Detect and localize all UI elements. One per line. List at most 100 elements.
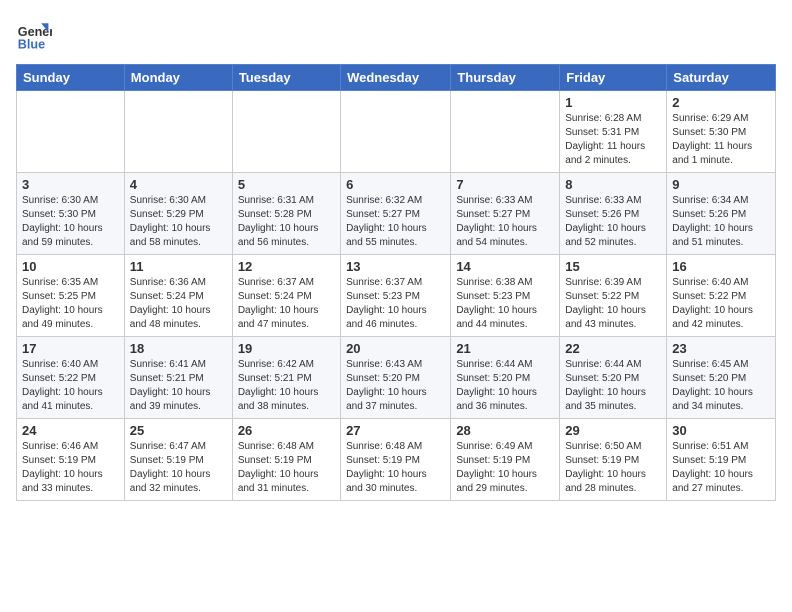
calendar-cell: 16 Sunrise: 6:40 AM Sunset: 5:22 PM Dayli… — [667, 255, 776, 337]
day-number: 8 — [565, 177, 661, 192]
day-of-week-tuesday: Tuesday — [232, 65, 340, 91]
logo-icon: General Blue — [16, 16, 52, 52]
day-of-week-wednesday: Wednesday — [341, 65, 451, 91]
calendar-cell — [341, 91, 451, 173]
day-number: 19 — [238, 341, 335, 356]
day-number: 4 — [130, 177, 227, 192]
calendar-cell: 26 Sunrise: 6:48 AM Sunset: 5:19 PM Dayli… — [232, 419, 340, 501]
calendar-cell: 24 Sunrise: 6:46 AM Sunset: 5:19 PM Dayli… — [17, 419, 125, 501]
calendar-cell: 25 Sunrise: 6:47 AM Sunset: 5:19 PM Dayli… — [124, 419, 232, 501]
day-number: 18 — [130, 341, 227, 356]
day-number: 25 — [130, 423, 227, 438]
calendar-cell: 5 Sunrise: 6:31 AM Sunset: 5:28 PM Daylig… — [232, 173, 340, 255]
day-info: Sunrise: 6:43 AM Sunset: 5:20 PM Dayligh… — [346, 359, 427, 412]
day-number: 15 — [565, 259, 661, 274]
day-number: 28 — [456, 423, 554, 438]
day-info: Sunrise: 6:42 AM Sunset: 5:21 PM Dayligh… — [238, 359, 319, 412]
day-info: Sunrise: 6:50 AM Sunset: 5:19 PM Dayligh… — [565, 441, 646, 494]
day-info: Sunrise: 6:33 AM Sunset: 5:26 PM Dayligh… — [565, 195, 646, 248]
calendar-cell — [232, 91, 340, 173]
day-of-week-sunday: Sunday — [17, 65, 125, 91]
calendar-cell: 14 Sunrise: 6:38 AM Sunset: 5:23 PM Dayli… — [451, 255, 560, 337]
day-info: Sunrise: 6:30 AM Sunset: 5:29 PM Dayligh… — [130, 195, 211, 248]
day-info: Sunrise: 6:37 AM Sunset: 5:24 PM Dayligh… — [238, 277, 319, 330]
day-number: 23 — [672, 341, 770, 356]
day-info: Sunrise: 6:45 AM Sunset: 5:20 PM Dayligh… — [672, 359, 753, 412]
calendar-cell: 23 Sunrise: 6:45 AM Sunset: 5:20 PM Dayli… — [667, 337, 776, 419]
day-number: 6 — [346, 177, 445, 192]
calendar-cell: 15 Sunrise: 6:39 AM Sunset: 5:22 PM Dayli… — [560, 255, 667, 337]
calendar-cell: 21 Sunrise: 6:44 AM Sunset: 5:20 PM Dayli… — [451, 337, 560, 419]
day-info: Sunrise: 6:40 AM Sunset: 5:22 PM Dayligh… — [22, 359, 103, 412]
day-number: 21 — [456, 341, 554, 356]
day-number: 17 — [22, 341, 119, 356]
day-number: 30 — [672, 423, 770, 438]
calendar-cell: 6 Sunrise: 6:32 AM Sunset: 5:27 PM Daylig… — [341, 173, 451, 255]
calendar-cell — [451, 91, 560, 173]
day-info: Sunrise: 6:37 AM Sunset: 5:23 PM Dayligh… — [346, 277, 427, 330]
day-info: Sunrise: 6:46 AM Sunset: 5:19 PM Dayligh… — [22, 441, 103, 494]
calendar-cell: 12 Sunrise: 6:37 AM Sunset: 5:24 PM Dayli… — [232, 255, 340, 337]
day-number: 1 — [565, 95, 661, 110]
day-number: 27 — [346, 423, 445, 438]
day-info: Sunrise: 6:48 AM Sunset: 5:19 PM Dayligh… — [238, 441, 319, 494]
day-of-week-monday: Monday — [124, 65, 232, 91]
day-of-week-thursday: Thursday — [451, 65, 560, 91]
calendar-cell: 18 Sunrise: 6:41 AM Sunset: 5:21 PM Dayli… — [124, 337, 232, 419]
day-info: Sunrise: 6:44 AM Sunset: 5:20 PM Dayligh… — [565, 359, 646, 412]
day-number: 12 — [238, 259, 335, 274]
day-number: 11 — [130, 259, 227, 274]
day-info: Sunrise: 6:30 AM Sunset: 5:30 PM Dayligh… — [22, 195, 103, 248]
day-number: 22 — [565, 341, 661, 356]
day-number: 20 — [346, 341, 445, 356]
svg-text:Blue: Blue — [18, 37, 45, 51]
day-info: Sunrise: 6:28 AM Sunset: 5:31 PM Dayligh… — [565, 113, 645, 166]
calendar-cell: 17 Sunrise: 6:40 AM Sunset: 5:22 PM Dayli… — [17, 337, 125, 419]
day-number: 10 — [22, 259, 119, 274]
calendar-cell: 13Sunrise: 6:37 AM Sunset: 5:23 PM Dayli… — [341, 255, 451, 337]
day-info: Sunrise: 6:47 AM Sunset: 5:19 PM Dayligh… — [130, 441, 211, 494]
day-info: Sunrise: 6:29 AM Sunset: 5:30 PM Dayligh… — [672, 113, 752, 166]
day-number: 24 — [22, 423, 119, 438]
day-info: Sunrise: 6:40 AM Sunset: 5:22 PM Dayligh… — [672, 277, 753, 330]
calendar-cell: 11 Sunrise: 6:36 AM Sunset: 5:24 PM Dayli… — [124, 255, 232, 337]
day-info: Sunrise: 6:33 AM Sunset: 5:27 PM Dayligh… — [456, 195, 537, 248]
day-info: Sunrise: 6:38 AM Sunset: 5:23 PM Dayligh… — [456, 277, 537, 330]
day-info: Sunrise: 6:44 AM Sunset: 5:20 PM Dayligh… — [456, 359, 537, 412]
day-info: Sunrise: 6:39 AM Sunset: 5:22 PM Dayligh… — [565, 277, 646, 330]
logo: General Blue — [16, 16, 52, 52]
calendar-cell: 1 Sunrise: 6:28 AM Sunset: 5:31 PM Daylig… — [560, 91, 667, 173]
day-number: 16 — [672, 259, 770, 274]
day-info: Sunrise: 6:34 AM Sunset: 5:26 PM Dayligh… — [672, 195, 753, 248]
calendar-cell: 9Sunrise: 6:34 AM Sunset: 5:26 PM Daylig… — [667, 173, 776, 255]
day-info: Sunrise: 6:41 AM Sunset: 5:21 PM Dayligh… — [130, 359, 211, 412]
day-number: 3 — [22, 177, 119, 192]
calendar-cell: 7 Sunrise: 6:33 AM Sunset: 5:27 PM Daylig… — [451, 173, 560, 255]
calendar-cell: 30 Sunrise: 6:51 AM Sunset: 5:19 PM Dayli… — [667, 419, 776, 501]
day-number: 26 — [238, 423, 335, 438]
day-info: Sunrise: 6:32 AM Sunset: 5:27 PM Dayligh… — [346, 195, 427, 248]
calendar-cell — [124, 91, 232, 173]
calendar-cell: 27 Sunrise: 6:48 AM Sunset: 5:19 PM Dayli… — [341, 419, 451, 501]
day-number: 2 — [672, 95, 770, 110]
day-info: Sunrise: 6:51 AM Sunset: 5:19 PM Dayligh… — [672, 441, 753, 494]
day-info: Sunrise: 6:49 AM Sunset: 5:19 PM Dayligh… — [456, 441, 537, 494]
day-of-week-friday: Friday — [560, 65, 667, 91]
day-of-week-saturday: Saturday — [667, 65, 776, 91]
calendar-cell: 3 Sunrise: 6:30 AM Sunset: 5:30 PM Daylig… — [17, 173, 125, 255]
header: General Blue — [16, 16, 776, 52]
day-number: 5 — [238, 177, 335, 192]
day-number: 7 — [456, 177, 554, 192]
day-info: Sunrise: 6:35 AM Sunset: 5:25 PM Dayligh… — [22, 277, 103, 330]
calendar-cell: 19 Sunrise: 6:42 AM Sunset: 5:21 PM Dayli… — [232, 337, 340, 419]
day-info: Sunrise: 6:48 AM Sunset: 5:19 PM Dayligh… — [346, 441, 427, 494]
calendar-cell: 2 Sunrise: 6:29 AM Sunset: 5:30 PM Daylig… — [667, 91, 776, 173]
calendar-cell: 8 Sunrise: 6:33 AM Sunset: 5:26 PM Daylig… — [560, 173, 667, 255]
day-number: 14 — [456, 259, 554, 274]
day-info: Sunrise: 6:36 AM Sunset: 5:24 PM Dayligh… — [130, 277, 211, 330]
calendar-cell: 22 Sunrise: 6:44 AM Sunset: 5:20 PM Dayli… — [560, 337, 667, 419]
calendar-cell — [17, 91, 125, 173]
day-info: Sunrise: 6:31 AM Sunset: 5:28 PM Dayligh… — [238, 195, 319, 248]
calendar-cell: 4 Sunrise: 6:30 AM Sunset: 5:29 PM Daylig… — [124, 173, 232, 255]
calendar-cell: 29Sunrise: 6:50 AM Sunset: 5:19 PM Dayli… — [560, 419, 667, 501]
